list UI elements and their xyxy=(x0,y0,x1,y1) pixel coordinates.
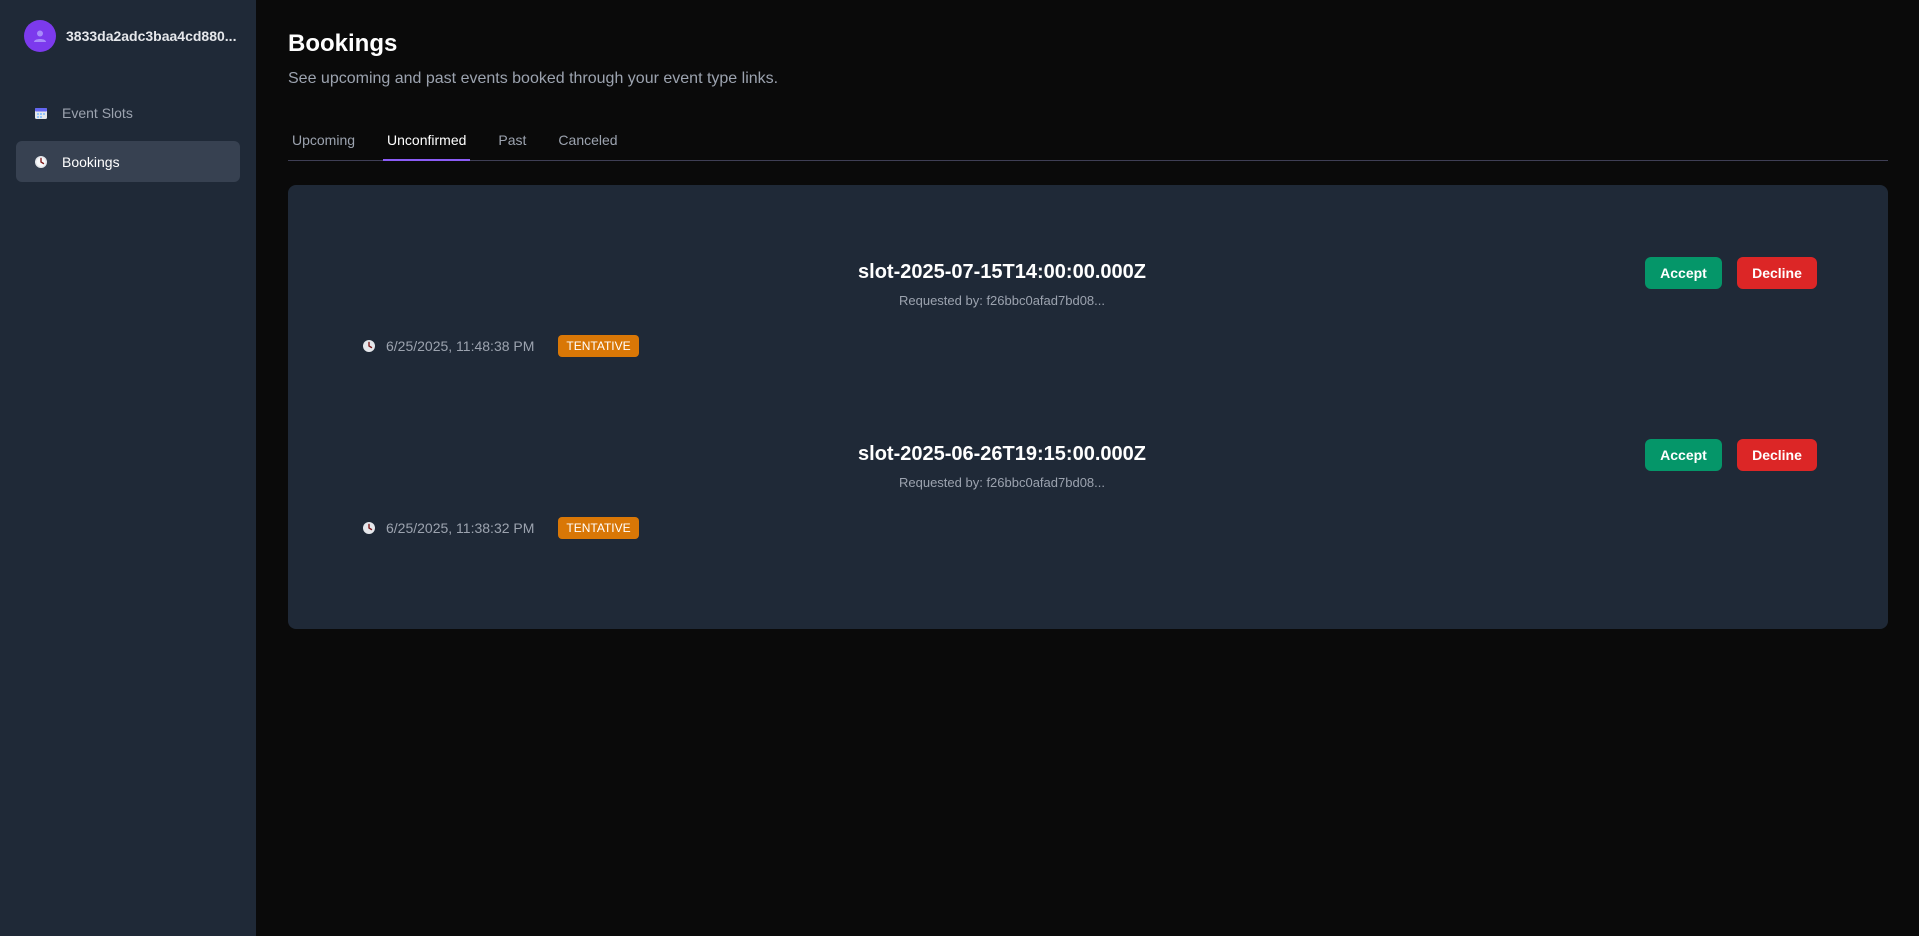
tab-bar: Upcoming Unconfirmed Past Canceled xyxy=(288,120,1888,161)
username: 3833da2adc3baa4cd880... xyxy=(66,28,237,44)
booking-meta: 6/25/2025, 11:48:38 PM TENTATIVE xyxy=(362,335,639,357)
status-badge: TENTATIVE xyxy=(558,335,639,357)
sidebar-item-event-slots[interactable]: Event Slots xyxy=(16,92,240,133)
accept-button[interactable]: Accept xyxy=(1645,257,1722,289)
slot-title: slot-2025-07-15T14:00:00.000Z xyxy=(858,261,1146,283)
user-profile[interactable]: 3833da2adc3baa4cd880... xyxy=(24,20,236,52)
sidebar-item-bookings[interactable]: Bookings xyxy=(16,141,240,182)
requested-by: Requested by: f26bbc0afad7bd08... xyxy=(899,475,1105,490)
booking-item: slot-2025-07-15T14:00:00.000Z Requested … xyxy=(288,185,1888,357)
avatar xyxy=(24,20,56,52)
tab-upcoming[interactable]: Upcoming xyxy=(288,120,359,161)
accept-button[interactable]: Accept xyxy=(1645,439,1722,471)
sidebar: 3833da2adc3baa4cd880... Event Slots Book xyxy=(0,0,256,936)
page-title: Bookings xyxy=(288,30,398,57)
sidebar-item-label: Event Slots xyxy=(62,104,133,121)
calendar-icon xyxy=(34,106,48,120)
decline-button[interactable]: Decline xyxy=(1737,257,1817,289)
clock-icon xyxy=(34,155,48,169)
tab-past[interactable]: Past xyxy=(494,120,530,161)
clock-icon xyxy=(363,522,375,534)
decline-button[interactable]: Decline xyxy=(1737,439,1817,471)
sidebar-item-label: Bookings xyxy=(62,153,120,170)
status-badge: TENTATIVE xyxy=(558,517,639,539)
booking-timestamp: 6/25/2025, 11:48:38 PM xyxy=(386,338,535,354)
user-icon xyxy=(34,30,46,42)
tab-unconfirmed[interactable]: Unconfirmed xyxy=(383,120,471,161)
booking-meta: 6/25/2025, 11:38:32 PM TENTATIVE xyxy=(362,517,639,539)
requested-by: Requested by: f26bbc0afad7bd08... xyxy=(899,293,1105,308)
clock-icon xyxy=(363,340,375,352)
slot-title: slot-2025-06-26T19:15:00.000Z xyxy=(858,443,1146,465)
booking-timestamp: 6/25/2025, 11:38:32 PM xyxy=(386,520,535,536)
tab-canceled[interactable]: Canceled xyxy=(554,120,621,161)
bookings-panel: slot-2025-07-15T14:00:00.000Z Requested … xyxy=(288,185,1888,629)
page-subtitle: See upcoming and past events booked thro… xyxy=(288,70,779,87)
booking-item: slot-2025-06-26T19:15:00.000Z Requested … xyxy=(288,367,1888,539)
